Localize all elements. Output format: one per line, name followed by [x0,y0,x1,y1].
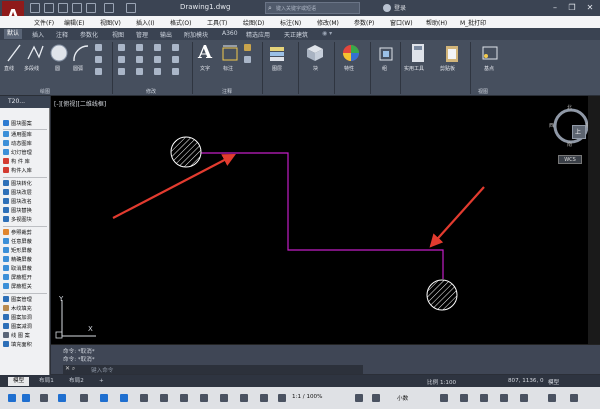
otrack-icon[interactable] [120,394,128,402]
units-selector[interactable]: 小数 [397,394,408,402]
dynamic-ucs-icon[interactable] [220,394,228,402]
add-layout-icon[interactable]: + [94,377,109,386]
selection-cycling-icon[interactable] [180,394,188,402]
command-window: 命令: *取消* 命令: *取消* ✕ ⌕ 键入命令 [51,344,600,374]
lineweight-icon[interactable] [140,394,148,402]
menu-icon[interactable] [570,394,578,402]
cursor-coordinates: 807, 1136, 0 [508,378,544,384]
ucs-x-label: X [88,325,93,333]
polar-icon[interactable] [80,394,88,402]
workspace-icon[interactable] [355,394,363,402]
annotation-arrow [429,186,485,248]
gizmo-icon[interactable] [260,394,268,402]
customization-icon[interactable] [548,394,556,402]
isolate-objects-icon[interactable] [480,394,488,402]
viewcube-top-label: 上 [575,129,582,136]
grid-icon[interactable] [8,394,16,402]
quick-properties-icon[interactable] [440,394,448,402]
hardware-acceleration-icon[interactable] [500,394,508,402]
tab-model[interactable]: 模型 [8,377,30,386]
command-history-line: 命令: *取消* [63,357,95,363]
selection-filter-icon[interactable] [240,394,248,402]
hatched-circle-bottom[interactable] [426,279,458,311]
annotation-visibility-icon[interactable] [278,394,286,402]
lock-ui-icon[interactable] [460,394,468,402]
ortho-icon[interactable] [58,394,66,402]
annotation-scale[interactable]: 比例 1:100 [427,378,456,386]
compass-south: 南 [567,142,573,148]
command-history-line: 命令: *取消* [63,349,95,355]
compass-north: 北 [567,105,573,111]
model-space-button[interactable]: 模型 [548,378,559,386]
ucs-y-label: Y [59,295,64,303]
osnap-icon[interactable] [100,394,108,402]
command-prompt: 键入命令 [91,368,114,374]
clean-screen-icon[interactable] [520,394,528,402]
viewport-scale[interactable]: 1:1 / 100% [292,394,322,400]
transparency-icon[interactable] [160,394,168,402]
navigation-bar[interactable] [588,96,600,344]
infer-icon[interactable] [40,394,48,402]
pipe-polyline[interactable] [201,152,444,279]
compass-west: 西 [549,123,555,129]
wcs-menu[interactable]: WCS [558,155,582,164]
tab-layout1[interactable]: 布局1 [34,377,59,386]
close-icon[interactable]: ✕ ⌕ [65,365,75,373]
3d-osnap-icon[interactable] [200,394,208,402]
annotation-arrow [112,153,236,219]
ucs-origin-marker [55,331,63,339]
annotation-monitor-icon[interactable] [372,394,380,402]
snap-icon[interactable] [22,394,30,402]
command-input[interactable]: ✕ ⌕ 键入命令 [63,365,363,374]
tab-layout2[interactable]: 布局2 [64,377,89,386]
hatched-circle-top[interactable] [170,136,202,168]
